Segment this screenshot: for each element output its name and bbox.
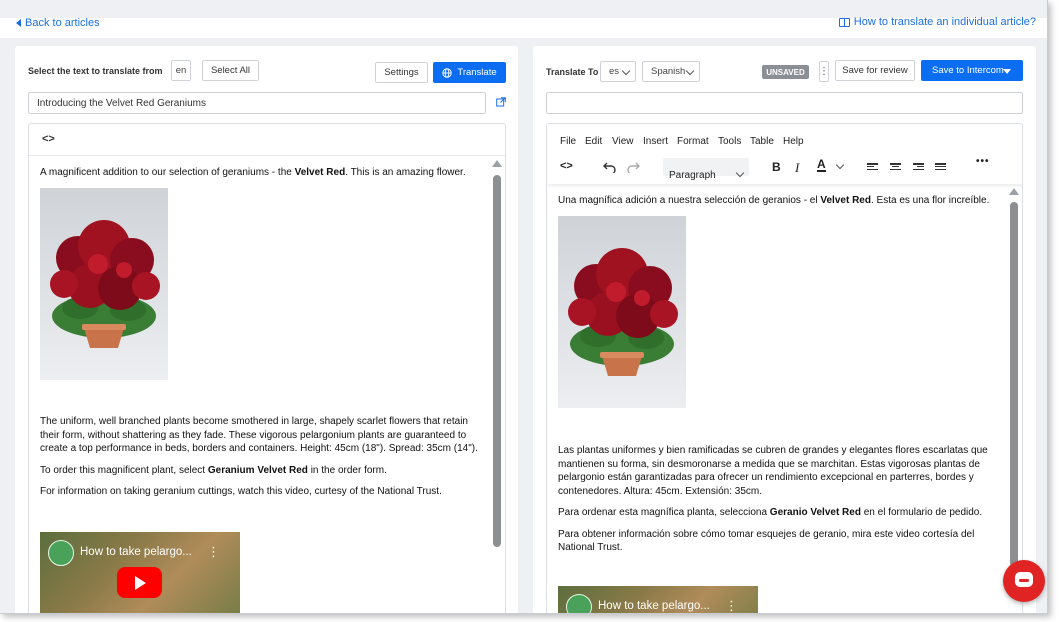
code-view-icon[interactable]: <> [560,160,573,172]
menu-insert[interactable]: Insert [643,136,668,147]
geranium-image [40,188,168,380]
menu-table[interactable]: Table [750,136,774,147]
channel-logo-icon [48,540,74,566]
target-title-input[interactable] [546,92,1023,114]
source-language-code[interactable]: en [171,60,191,81]
target-scrollbar[interactable] [1009,188,1019,613]
justify-icon[interactable] [935,163,946,172]
scroll-thumb[interactable] [493,175,501,547]
text-color-icon[interactable]: A [817,158,826,172]
scroll-up-arrow-icon[interactable] [1009,188,1019,195]
source-title-input[interactable]: Introducing the Velvet Red Geraniums [28,92,486,114]
more-vertical-icon[interactable]: ⋮ [725,598,738,613]
menu-view[interactable]: View [612,136,634,147]
undo-icon[interactable] [603,161,616,173]
target-editor[interactable]: File Edit View Insert Format Tools Table… [546,123,1023,613]
source-content-body: The uniform, well branched plants become… [40,415,480,499]
target-paragraph-1: Una magnífica adición a nuestra selecció… [558,195,990,206]
menu-edit[interactable]: Edit [585,136,602,147]
channel-logo-icon [566,594,592,613]
redo-icon[interactable] [627,161,640,173]
chevron-down-icon [735,168,745,178]
target-content: Una magnífica adición a nuestra selecció… [558,194,998,208]
align-right-icon[interactable] [913,163,924,172]
source-content: A magnificent addition to our selection … [40,166,480,180]
source-paragraph-3: To order this magnificent plant, select … [40,464,387,476]
target-paragraph-2: Las plantas uniformes y bien ramificadas… [558,445,988,497]
save-for-review-button[interactable]: Save for review [835,60,915,81]
translate-button[interactable]: Translate [433,62,506,83]
select-all-button[interactable]: Select All [202,60,259,81]
target-panel: Translate To es Spanish UNSAVED ⋮ Save f… [533,46,1036,613]
more-horizontal-icon[interactable]: ••• [976,156,990,167]
translate-to-label: Translate To [546,67,599,77]
globe-icon [442,67,453,78]
book-icon [838,17,850,27]
scroll-up-arrow-icon[interactable] [492,160,502,167]
source-paragraph-4: For information on taking geranium cutti… [40,486,442,497]
geranium-illustration [50,220,160,348]
menu-file[interactable]: File [560,136,576,147]
source-editor[interactable]: <> A magnificent addition to our selecti… [28,123,506,613]
help-link[interactable]: How to translate an individual article? [838,16,1036,28]
align-center-icon[interactable] [890,163,901,172]
align-left-icon[interactable] [867,163,878,172]
geranium-illustration [568,248,678,376]
chevron-down-icon [621,66,631,76]
video-embed[interactable]: How to take pelargo... ⋮ [558,586,758,613]
target-language-code-select[interactable]: es [600,61,636,82]
translate-button-label: Translate [457,67,497,78]
save-to-intercom-button[interactable]: Save to Intercom [921,60,1023,81]
target-content-body: Las plantas uniformes y bien ramificadas… [558,444,998,555]
back-link-label: Back to articles [25,17,100,29]
more-vertical-icon[interactable]: ⋮ [207,544,220,560]
italic-icon[interactable]: I [795,160,799,176]
more-options-icon[interactable]: ⋮ [819,61,829,82]
save-to-intercom-label: Save to Intercom [932,65,1004,76]
chat-icon [1019,579,1029,582]
code-view-icon[interactable]: <> [42,133,55,145]
paragraph-format-select[interactable]: Paragraph [663,158,749,181]
target-language-select[interactable]: Spanish [642,61,700,82]
menu-format[interactable]: Format [677,136,709,147]
settings-button[interactable]: Settings [375,62,428,83]
top-bar: Back to articles How to translate an ind… [0,0,1047,38]
status-badge: UNSAVED [762,65,809,79]
video-embed[interactable]: How to take pelargo... ⋮ [40,532,240,613]
menu-tools[interactable]: Tools [718,136,741,147]
source-panel: Select the text to translate from en Sel… [15,46,518,613]
editor-menubar: File Edit View Insert Format Tools Table… [547,124,1022,184]
app-window: Back to articles How to translate an ind… [0,0,1048,614]
scroll-thumb[interactable] [1010,202,1018,567]
select-text-label: Select the text to translate from [28,66,163,76]
caret-down-icon [1003,69,1011,74]
target-paragraph-4: Para obtener información sobre cómo toma… [558,528,975,554]
external-link-icon[interactable] [496,97,506,107]
chevron-down-icon [685,66,695,76]
menu-help[interactable]: Help [783,136,804,147]
video-title: How to take pelargo... [80,546,192,558]
play-icon[interactable] [117,567,162,598]
target-paragraph-3: Para ordenar esta magnífica planta, sele… [558,507,983,518]
back-to-articles-link[interactable]: Back to articles [16,17,100,29]
source-paragraph-1: A magnificent addition to our selection … [40,167,466,178]
bold-icon[interactable]: B [772,160,781,174]
video-title: How to take pelargo... [598,600,710,612]
chat-launcher-button[interactable] [1003,560,1045,602]
source-scrollbar[interactable] [492,160,502,613]
caret-left-icon [16,19,21,27]
source-paragraph-2: The uniform, well branched plants become… [40,416,478,454]
chevron-down-icon[interactable] [835,160,845,170]
geranium-image [558,216,686,408]
help-link-label: How to translate an individual article? [853,16,1036,28]
